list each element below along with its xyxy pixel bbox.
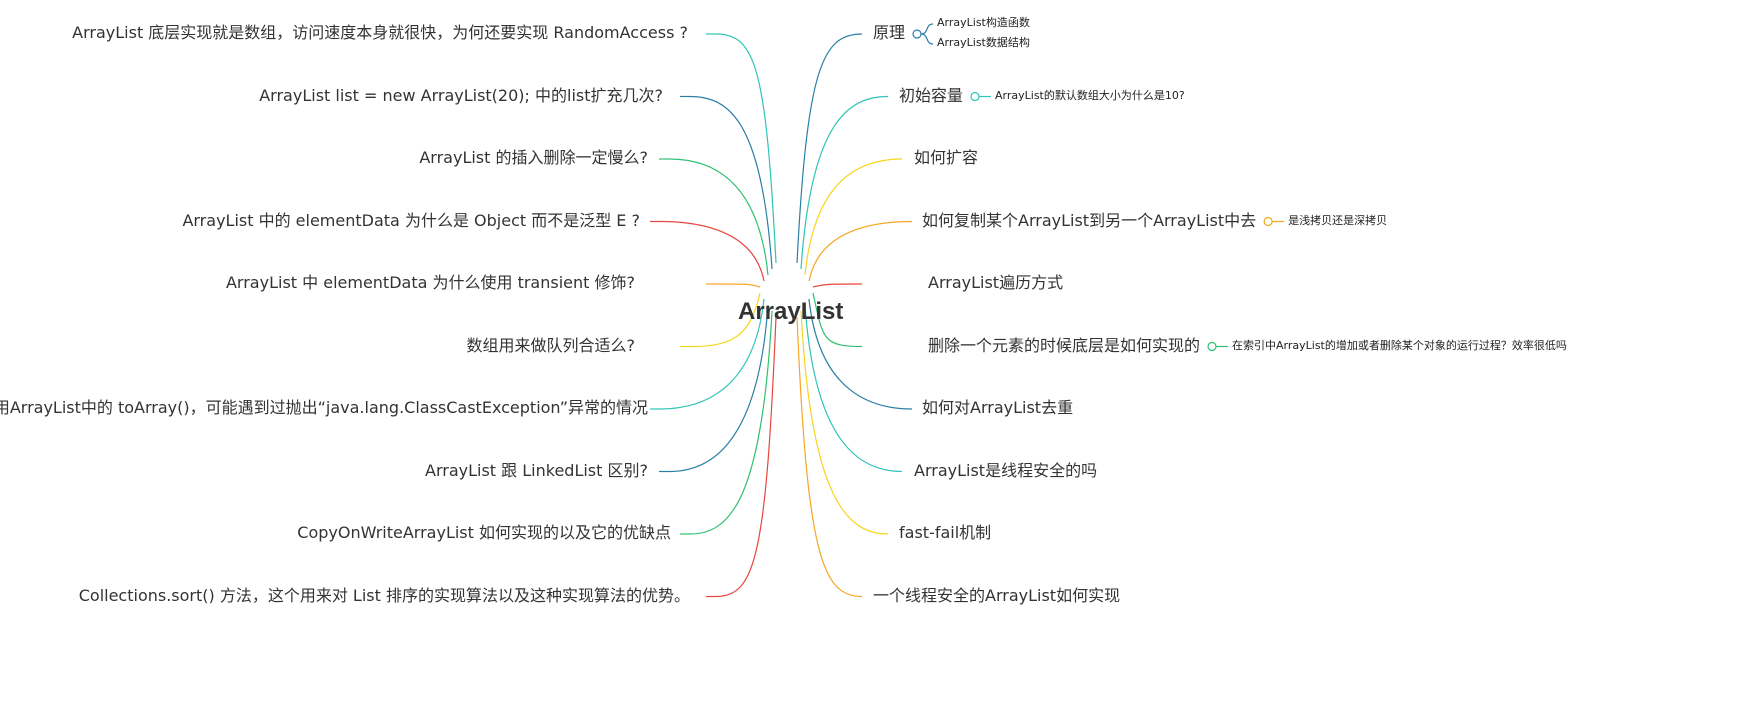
subtopic-0-0[interactable]: ArrayList构造函数 — [937, 16, 1030, 30]
collapse-toggle-icon-5[interactable] — [1207, 341, 1217, 352]
edge-left-1 — [689, 95, 773, 270]
edge-left-7 — [668, 304, 769, 473]
branch-left-5[interactable]: 数组用来做队列合适么? — [467, 336, 636, 356]
edge-right-9 — [796, 316, 863, 598]
edge-left-8 — [689, 310, 773, 535]
branch-left-0[interactable]: ArrayList 底层实现就是数组，访问速度本身就很快，为何还要实现 Rand… — [72, 23, 688, 43]
branch-left-9[interactable]: Collections.sort() 方法，这个用来对 List 排序的实现算法… — [79, 586, 690, 606]
edge-right-1 — [800, 95, 889, 270]
edge-right-2 — [804, 158, 903, 276]
branch-right-4[interactable]: ArrayList遍历方式 — [928, 273, 1063, 293]
branch-left-6[interactable]: 调用ArrayList中的 toArray()，可能遇到过抛出“java.lan… — [0, 398, 648, 418]
edge-right-4 — [812, 283, 863, 288]
branch-right-1[interactable]: 初始容量 — [899, 86, 963, 106]
edge-left-3 — [659, 220, 765, 282]
root-topic[interactable]: ArrayList — [738, 298, 843, 326]
subtopic-5-0[interactable]: 在索引中ArrayList的增加或者删除某个对象的运行过程？效率很低吗 — [1232, 339, 1567, 353]
branch-left-1[interactable]: ArrayList list = new ArrayList(20); 中的li… — [259, 86, 663, 106]
edge-left-4 — [715, 283, 761, 288]
subtopic-0-1[interactable]: ArrayList数据结构 — [937, 36, 1030, 50]
edge-left-9 — [715, 316, 777, 598]
branch-right-7[interactable]: ArrayList是线程安全的吗 — [914, 461, 1097, 481]
subtopic-3-0[interactable]: 是浅拷贝还是深拷贝 — [1288, 214, 1387, 228]
branch-right-9[interactable]: 一个线程安全的ArrayList如何实现 — [873, 586, 1120, 606]
edge-right-0 — [796, 33, 863, 264]
subtopic-1-0[interactable]: ArrayList的默认数组大小为什么是10? — [995, 89, 1185, 103]
branch-left-4[interactable]: ArrayList 中 elementData 为什么使用 transient … — [226, 273, 635, 293]
edge-sub-0-1 — [920, 33, 934, 45]
edge-right-7 — [804, 304, 903, 473]
branch-left-2[interactable]: ArrayList 的插入删除一定慢么? — [419, 148, 648, 168]
edge-left-2 — [668, 158, 769, 276]
collapse-toggle-icon-0[interactable] — [912, 29, 922, 39]
branch-right-5[interactable]: 删除一个元素的时候底层是如何实现的 — [928, 336, 1200, 356]
branch-right-0[interactable]: 原理 — [873, 23, 905, 43]
edge-right-3 — [808, 220, 913, 282]
branch-right-6[interactable]: 如何对ArrayList去重 — [922, 398, 1073, 418]
edge-sub-0-0 — [920, 23, 934, 35]
branch-left-7[interactable]: ArrayList 跟 LinkedList 区别? — [425, 461, 648, 481]
collapse-toggle-icon-1[interactable] — [970, 91, 980, 102]
edge-right-8 — [800, 310, 889, 535]
branch-right-2[interactable]: 如何扩容 — [914, 148, 978, 168]
branch-right-3[interactable]: 如何复制某个ArrayList到另一个ArrayList中去 — [922, 211, 1256, 231]
branch-right-8[interactable]: fast-fail机制 — [899, 523, 991, 543]
branch-left-8[interactable]: CopyOnWriteArrayList 如何实现的以及它的优缺点 — [297, 523, 671, 543]
edge-left-0 — [715, 33, 777, 264]
collapse-toggle-icon-3[interactable] — [1263, 216, 1273, 227]
branch-left-3[interactable]: ArrayList 中的 elementData 为什么是 Object 而不是… — [182, 211, 640, 231]
